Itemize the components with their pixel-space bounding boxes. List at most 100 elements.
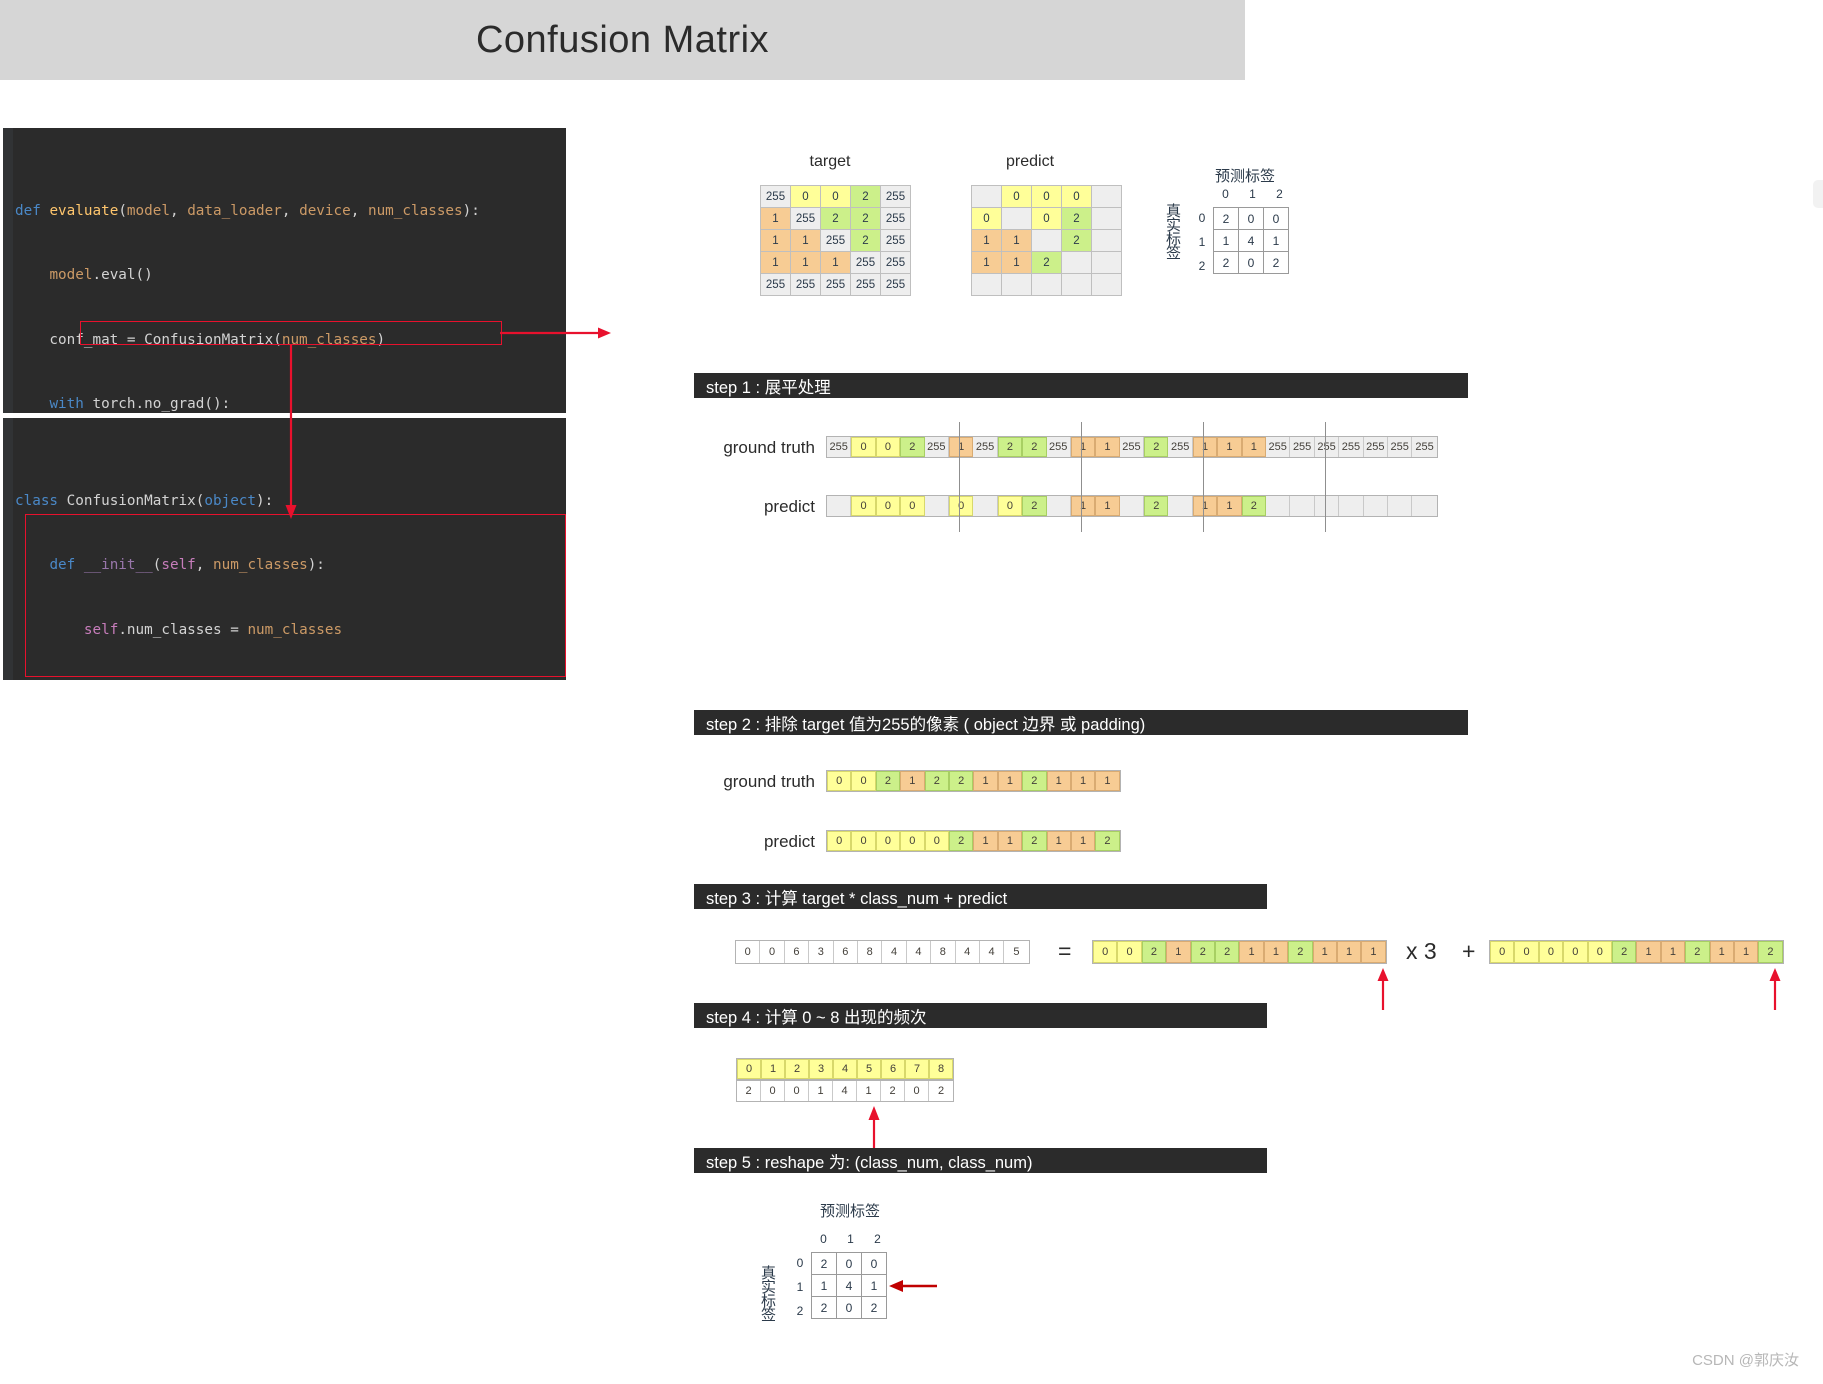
code-gutter: [3, 128, 13, 413]
sequence-cell: 2: [1095, 831, 1120, 851]
step1-predict-row: 000 0 02 11 2 112: [826, 495, 1438, 517]
matrix-cell: 255: [880, 229, 911, 252]
matrix-cell: 255: [880, 273, 911, 296]
cm-row: 200: [1213, 207, 1289, 230]
cm-row-header: 0: [1198, 211, 1206, 225]
step3-result-row: 006368448445: [735, 940, 1030, 964]
sequence-cell: 2: [1022, 831, 1047, 851]
cm-row-header: 0: [796, 1256, 804, 1270]
step1-divider: [1325, 422, 1326, 532]
page-title: Confusion Matrix: [475, 18, 770, 61]
sequence-cell: 0: [1563, 941, 1588, 963]
sequence-cell: 2: [924, 771, 949, 791]
sequence-cell: 2: [1022, 437, 1047, 457]
matrix-row: 112: [971, 251, 1122, 274]
step3-bar: step 3 : 计算 target * class_num + predict: [694, 884, 1267, 909]
cm-top-grid: 200141202: [1213, 207, 1289, 274]
sequence-cell: 255: [1412, 437, 1437, 457]
code-line: self.num_classes = num_classes: [83, 621, 343, 638]
sequence-cell: 0: [924, 831, 949, 851]
sequence-cell: 0: [851, 496, 876, 516]
code-line: def __init__(self, num_classes):: [49, 557, 325, 573]
code-line: model.eval(): [49, 267, 153, 283]
sequence-cell: 0: [851, 437, 876, 457]
cm-row-header: 1: [796, 1280, 804, 1294]
matrix-cell: [971, 185, 1002, 208]
matrix-row: 1 255 2 2 255: [760, 207, 911, 230]
sequence-cell: 1: [1192, 496, 1218, 516]
sequence-cell: 0: [1514, 941, 1539, 963]
cm-cell: 2: [811, 1252, 837, 1275]
cm-column-header: 0: [820, 1232, 827, 1246]
sequence-cell: 2: [1214, 941, 1240, 963]
cm-row: 141: [1213, 229, 1289, 252]
sequence-cell: 8: [857, 941, 883, 963]
cm-bottom-yaxis-label: 真实标签: [759, 1265, 776, 1321]
bin-count-cell: 2: [737, 1081, 761, 1101]
cm-top-xaxis-label: 预测标签: [1214, 168, 1275, 185]
cm-row-header: 2: [796, 1304, 804, 1318]
cm-bottom-grid: 200141202: [811, 1252, 887, 1319]
step2-ground-truth-label: ground truth: [723, 772, 815, 791]
sequence-cell: 1: [1361, 941, 1386, 963]
sequence-cell: 1: [1046, 831, 1071, 851]
cm-cell: 2: [1213, 251, 1239, 274]
matrix-cell: 255: [820, 229, 851, 252]
arrow-up-icon: [1377, 968, 1389, 1010]
scrollbar-thumb[interactable]: [1813, 180, 1823, 208]
matrix-cell: 2: [850, 207, 881, 230]
sequence-cell: 1: [1733, 941, 1759, 963]
sequence-cell: 0: [1117, 941, 1142, 963]
sequence-cell: 1: [1263, 941, 1289, 963]
sequence-cell: 1: [973, 831, 998, 851]
sequence-cell: 8: [931, 941, 956, 963]
sequence-cell: 6: [784, 941, 810, 963]
target-matrix-label: target: [809, 153, 851, 170]
step1-ground-truth-row: 255 0 0 2 255 1 255 2 2 255 1 1 255 2 255 1 1 1 255 255 255 2…: [826, 436, 1438, 458]
sequence-cell: 2: [1141, 941, 1167, 963]
bin-count-cell: 2: [881, 1081, 905, 1101]
sequence-cell: 4: [955, 941, 980, 963]
sequence-cell: 1: [948, 437, 974, 457]
matrix-cell: 1: [971, 251, 1002, 274]
step1-ground-truth-label: ground truth: [723, 438, 815, 457]
step5-bar: step 5 : reshape 为: (class_num, class_nu…: [694, 1148, 1267, 1173]
cm-column-header: 2: [1276, 187, 1283, 201]
matrix-cell: 255: [850, 251, 881, 274]
sequence-cell: 4: [906, 941, 932, 963]
arrow-down-icon: [285, 345, 297, 519]
sequence-cell: 1: [1312, 941, 1337, 963]
matrix-cell: [1061, 251, 1092, 274]
sequence-cell: 1: [1660, 941, 1686, 963]
sequence-cell: 2: [1190, 941, 1215, 963]
cm-cell: 0: [1238, 251, 1264, 274]
sequence-cell: 2: [1022, 771, 1047, 791]
step2-predict-label: predict: [763, 832, 815, 851]
cm-cell: 2: [811, 1296, 837, 1319]
step3-equals-sign: =: [1058, 938, 1072, 964]
step1-divider: [1081, 422, 1082, 532]
matrix-row: 112: [971, 229, 1122, 252]
sequence-cell: 1: [1046, 771, 1071, 791]
bin-count-cell: 2: [929, 1081, 953, 1101]
sequence-cell: 1: [1166, 941, 1191, 963]
matrix-cell: [1091, 207, 1122, 230]
step2-bar: step 2 : 排除 target 值为255的像素 ( object 边界 …: [694, 710, 1468, 735]
sequence-cell: 2: [875, 771, 901, 791]
matrix-cell: 255: [820, 273, 851, 296]
matrix-cell: [1061, 273, 1092, 296]
matrix-cell: 2: [1031, 251, 1062, 274]
sequence-cell: 4: [979, 941, 1005, 963]
matrix-cell: 0: [1061, 185, 1092, 208]
sequence-cell: 1: [1070, 831, 1096, 851]
step4-bin-header-row: 012345678: [736, 1058, 954, 1080]
bin-count-cell: 1: [857, 1081, 881, 1101]
sequence-cell: 0: [827, 771, 852, 791]
matrix-cell: 2: [850, 185, 881, 208]
matrix-cell: [971, 273, 1002, 296]
bin-count-cell: 0: [905, 1081, 929, 1101]
sequence-cell: [973, 496, 998, 516]
step3-plus-sign: +: [1462, 938, 1476, 964]
matrix-row: 255 0 0 2 255: [760, 185, 911, 208]
matrix-cell: [1031, 273, 1062, 296]
